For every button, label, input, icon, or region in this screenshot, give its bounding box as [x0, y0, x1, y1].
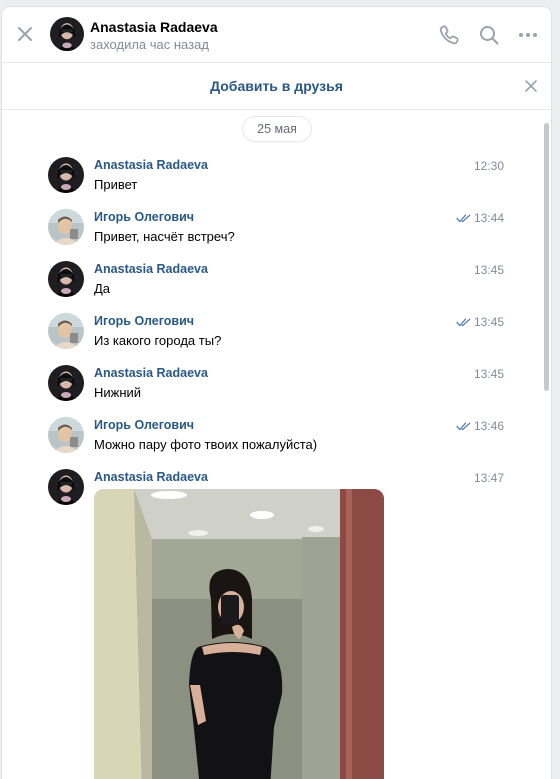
message-text: Да	[94, 281, 111, 296]
avatar[interactable]	[50, 17, 84, 51]
message-time: 12:30	[473, 159, 504, 173]
message-item[interactable]: Игорь Олегович Привет, насчёт встреч? 13…	[2, 209, 532, 259]
message-author[interactable]: Anastasia Radaeva	[94, 366, 208, 380]
double-check-icon	[456, 214, 471, 223]
message-time-value: 13:46	[473, 419, 504, 433]
message-time: 13:45	[456, 315, 504, 329]
message-author[interactable]: Anastasia Radaeva	[94, 470, 208, 484]
avatar[interactable]	[48, 157, 84, 193]
message-text: Привет	[94, 177, 138, 192]
add-friend-button[interactable]: Добавить в друзья	[2, 78, 551, 94]
message-time: 13:45	[473, 263, 504, 277]
message-author[interactable]: Игорь Олегович	[94, 210, 194, 224]
close-icon[interactable]	[523, 78, 539, 94]
more-icon[interactable]	[516, 23, 540, 47]
avatar[interactable]	[48, 261, 84, 297]
message-time: 13:47	[473, 471, 504, 485]
double-check-icon	[456, 318, 471, 327]
chat-header: Anastasia Radaeva заходила час назад	[2, 7, 551, 63]
message-item[interactable]: Anastasia Radaeva Да 13:45	[2, 261, 532, 311]
message-author[interactable]: Игорь Олегович	[94, 314, 194, 328]
message-item[interactable]: Игорь Олегович Можно пару фото твоих пож…	[2, 417, 532, 467]
message-author[interactable]: Игорь Олегович	[94, 418, 194, 432]
message-time: 13:44	[456, 211, 504, 225]
double-check-icon	[456, 422, 471, 431]
message-author[interactable]: Anastasia Radaeva	[94, 158, 208, 172]
search-icon[interactable]	[477, 23, 501, 47]
avatar[interactable]	[48, 365, 84, 401]
avatar[interactable]	[48, 417, 84, 453]
photo-image	[94, 489, 384, 779]
message-text: Привет, насчёт встреч?	[94, 229, 235, 244]
message-item[interactable]: Anastasia Radaeva Привет 12:30	[2, 157, 532, 207]
add-friend-banner: Добавить в друзья	[2, 63, 551, 110]
message-text: Нижний	[94, 385, 142, 400]
scrollbar-thumb[interactable]	[544, 123, 549, 391]
close-icon[interactable]	[15, 24, 35, 44]
message-time: 13:45	[473, 367, 504, 381]
avatar[interactable]	[48, 313, 84, 349]
last-seen-status: заходила час назад	[90, 37, 209, 52]
message-time: 13:46	[456, 419, 504, 433]
phone-icon[interactable]	[437, 23, 461, 47]
contact-name[interactable]: Anastasia Radaeva	[90, 19, 218, 35]
message-time-value: 13:44	[473, 211, 504, 225]
chat-window: Anastasia Radaeva заходила час назад Доб…	[2, 7, 551, 779]
message-text: Из какого города ты?	[94, 333, 222, 348]
avatar[interactable]	[48, 209, 84, 245]
message-item[interactable]: Anastasia Radaeva Нижний 13:45	[2, 365, 532, 415]
message-author[interactable]: Anastasia Radaeva	[94, 262, 208, 276]
date-divider: 25 мая	[243, 117, 311, 141]
message-item[interactable]: Игорь Олегович Из какого города ты? 13:4…	[2, 313, 532, 363]
message-text: Можно пару фото твоих пожалуйста)	[94, 437, 318, 452]
avatar[interactable]	[48, 469, 84, 505]
message-time-value: 13:45	[473, 315, 504, 329]
photo-attachment[interactable]	[94, 489, 384, 779]
